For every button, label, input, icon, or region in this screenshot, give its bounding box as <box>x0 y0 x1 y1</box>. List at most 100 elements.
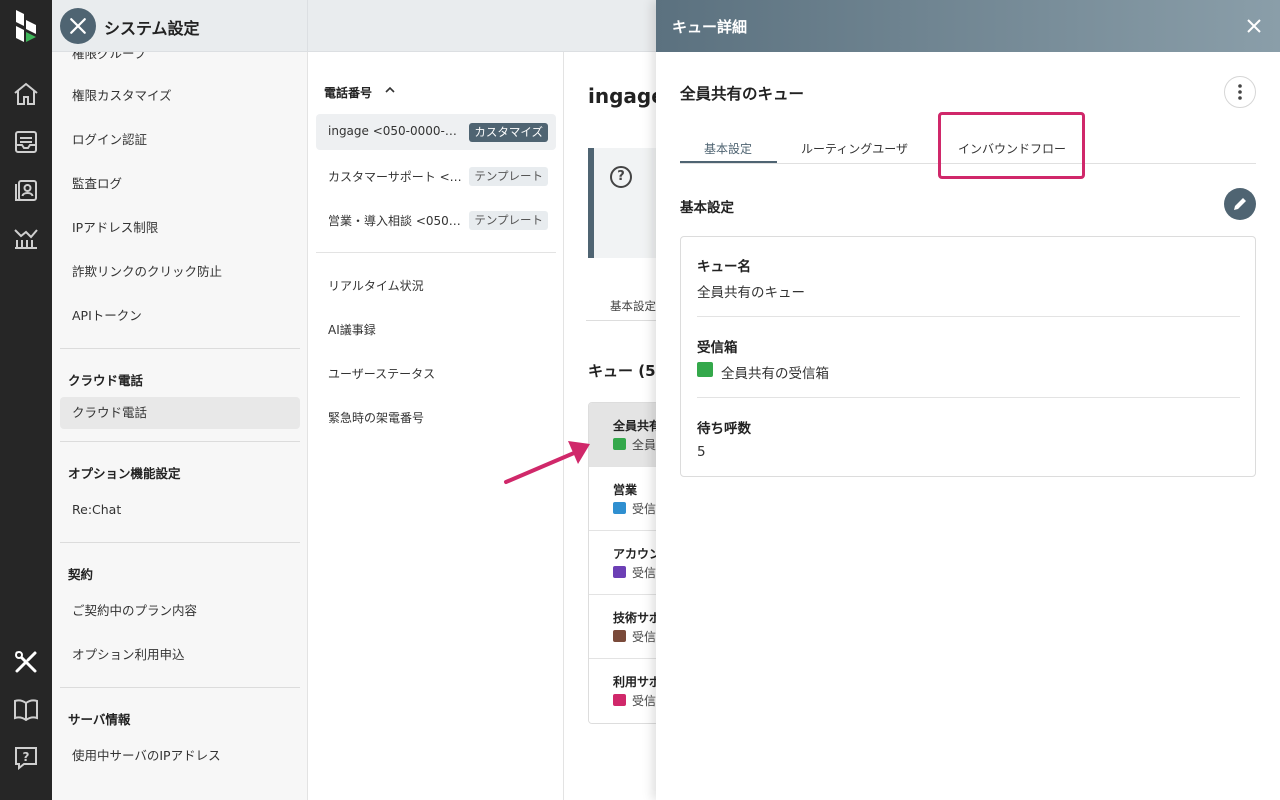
card-divider <box>697 316 1240 317</box>
emergency-number-link[interactable]: 緊急時の架電番号 <box>328 409 424 426</box>
inbox-icon <box>613 630 626 642</box>
phone-list-divider <box>316 252 556 253</box>
active-tab-underline <box>680 161 777 163</box>
settings-tools-icon[interactable] <box>12 648 40 676</box>
queue-item[interactable]: 技術サポ 受信 <box>589 595 656 659</box>
edit-button[interactable] <box>1224 188 1256 220</box>
sidebar-divider <box>60 687 300 688</box>
sidebar-section-cloud-phone: クラウド電話 <box>68 373 144 388</box>
queue-item[interactable]: アカウン 受信 <box>589 531 656 595</box>
sidebar-divider <box>60 348 300 349</box>
panel-header-title: キュー詳細 <box>672 18 748 36</box>
more-options-button[interactable] <box>1224 76 1256 108</box>
queue-name: 営業 <box>613 483 638 497</box>
sidebar-item-cloud-phone[interactable]: クラウド電話 <box>60 397 300 429</box>
highlight-box <box>938 112 1085 179</box>
sidebar-item-ip-restriction[interactable]: IPアドレス制限 <box>60 212 300 244</box>
icon-rail: ? <box>0 0 52 800</box>
phone-number-label: カスタマーサポート <050-0000-0000> <box>328 170 462 184</box>
chevron-up-icon[interactable] <box>384 84 396 96</box>
sidebar-item-option-apply[interactable]: オプション利用申込 <box>60 639 300 671</box>
home-icon[interactable] <box>12 80 40 108</box>
queue-name: アカウン <box>613 547 656 561</box>
settings-card: キュー名 全員共有のキュー 受信箱 全員共有の受信箱 待ち呼数 5 <box>680 236 1256 477</box>
sidebar-item-api-token[interactable]: APIトークン <box>60 300 300 332</box>
sidebar-item-login-auth[interactable]: ログイン認証 <box>60 124 300 156</box>
phone-numbers-heading[interactable]: 電話番号 <box>324 84 372 101</box>
sidebar-section-contract: 契約 <box>68 567 94 582</box>
phone-number-tag: テンプレート <box>469 167 548 186</box>
sidebar-section-server-info: サーバ情報 <box>68 712 131 727</box>
close-icon[interactable] <box>1244 16 1264 36</box>
main-title: ingage <box>588 84 656 108</box>
sidebar-item-plan[interactable]: ご契約中のプラン内容 <box>60 595 300 627</box>
inbox-icon <box>697 362 713 377</box>
sidebar-item-permission-customize[interactable]: 権限カスタマイズ <box>60 80 300 112</box>
section-title: 基本設定 <box>680 200 734 216</box>
tools-icon <box>60 8 96 44</box>
queue-section-title: キュー (5 <box>588 362 656 380</box>
tab-routing-users[interactable]: ルーティングユーザ <box>801 140 908 157</box>
phone-number-item[interactable]: カスタマーサポート <050-0000-0000> テンプレート <box>316 158 556 194</box>
queue-name: 全員共有 <box>613 419 656 433</box>
page-title: システム設定 <box>104 19 200 38</box>
queue-title: 全員共有のキュー <box>680 85 805 103</box>
queue-inbox: 受信 <box>632 566 656 580</box>
inbox-icon[interactable] <box>12 128 40 156</box>
phone-number-tag: テンプレート <box>469 211 548 230</box>
kebab-icon <box>1238 84 1242 100</box>
sidebar-divider <box>60 441 300 442</box>
contacts-icon[interactable] <box>12 176 40 204</box>
settings-sidebar: 権限グループ 権限カスタマイズ ログイン認証 監査ログ IPアドレス制限 詐欺リ… <box>52 52 308 800</box>
user-status-link[interactable]: ユーザーステータス <box>328 365 435 382</box>
tab-divider <box>586 320 656 321</box>
queue-inbox: 受信 <box>632 630 656 644</box>
queue-inbox: 全員 <box>632 438 656 452</box>
card-divider <box>697 397 1240 398</box>
pencil-icon <box>1234 198 1246 210</box>
sidebar-item-rechat[interactable]: Re:Chat <box>60 494 300 526</box>
queue-item[interactable]: 利用サポ 受信 <box>589 659 656 723</box>
header-divider <box>307 0 308 52</box>
waiting-calls-value: 5 <box>697 444 706 460</box>
queue-name: 利用サポ <box>613 675 656 689</box>
sidebar-item-permission-groups[interactable]: 権限グループ <box>60 52 300 70</box>
sidebar-section-options: オプション機能設定 <box>68 466 181 481</box>
panel-header: キュー詳細 <box>656 0 1280 52</box>
svg-text:?: ? <box>23 750 30 764</box>
tab-basic-settings[interactable]: 基本設定 <box>610 298 656 314</box>
queue-name: 技術サポ <box>613 611 656 625</box>
realtime-status-link[interactable]: リアルタイム状況 <box>328 277 424 294</box>
manual-book-icon[interactable] <box>12 696 40 724</box>
phone-number-label: ingage <050-0000-0000> <box>328 124 462 138</box>
queue-inbox: 受信 <box>632 694 656 708</box>
queue-detail-panel: キュー詳細 全員共有のキュー 基本設定 ルーティングユーザ インバウンドフロー … <box>656 0 1280 800</box>
inbox-icon <box>613 566 626 578</box>
page-header: システム設定 <box>52 0 656 52</box>
queue-inbox: 受信 <box>632 502 656 516</box>
inbox-icon <box>613 694 626 706</box>
queue-name-value: 全員共有のキュー <box>697 285 805 301</box>
phone-number-item[interactable]: 営業・導入相談 <050-0000-0000> テンプレート <box>316 202 556 238</box>
app-logo-icon[interactable] <box>12 8 40 44</box>
annotation-arrow-icon <box>504 441 590 484</box>
analytics-icon[interactable] <box>12 224 40 252</box>
queue-name-label: キュー名 <box>697 259 751 275</box>
sidebar-item-fraud-link[interactable]: 詐欺リンクのクリック防止 <box>60 256 300 288</box>
info-box: ? <box>588 148 656 258</box>
question-icon: ? <box>610 166 632 188</box>
help-icon[interactable]: ? <box>12 744 40 772</box>
inbox-value: 全員共有の受信箱 <box>721 366 829 382</box>
sidebar-item-audit-log[interactable]: 監査ログ <box>60 168 300 200</box>
tab-basic-settings[interactable]: 基本設定 <box>704 140 752 157</box>
phone-number-label: 営業・導入相談 <050-0000-0000> <box>328 214 462 228</box>
main-content: ingage ? 基本設定 キュー (5 全員共有 全員 営業 受信 アカウン … <box>564 52 656 800</box>
phone-number-tag: カスタマイズ <box>469 123 548 142</box>
sidebar-item-server-ip[interactable]: 使用中サーバのIPアドレス <box>60 740 300 772</box>
phone-number-item[interactable]: ingage <050-0000-0000> カスタマイズ <box>316 114 556 150</box>
phone-number-list: 電話番号 ingage <050-0000-0000> カスタマイズ カスタマー… <box>308 52 564 800</box>
inbox-icon <box>613 438 626 450</box>
waiting-calls-label: 待ち呼数 <box>697 421 751 437</box>
sidebar-divider <box>60 542 300 543</box>
ai-minutes-link[interactable]: AI議事録 <box>328 321 376 338</box>
